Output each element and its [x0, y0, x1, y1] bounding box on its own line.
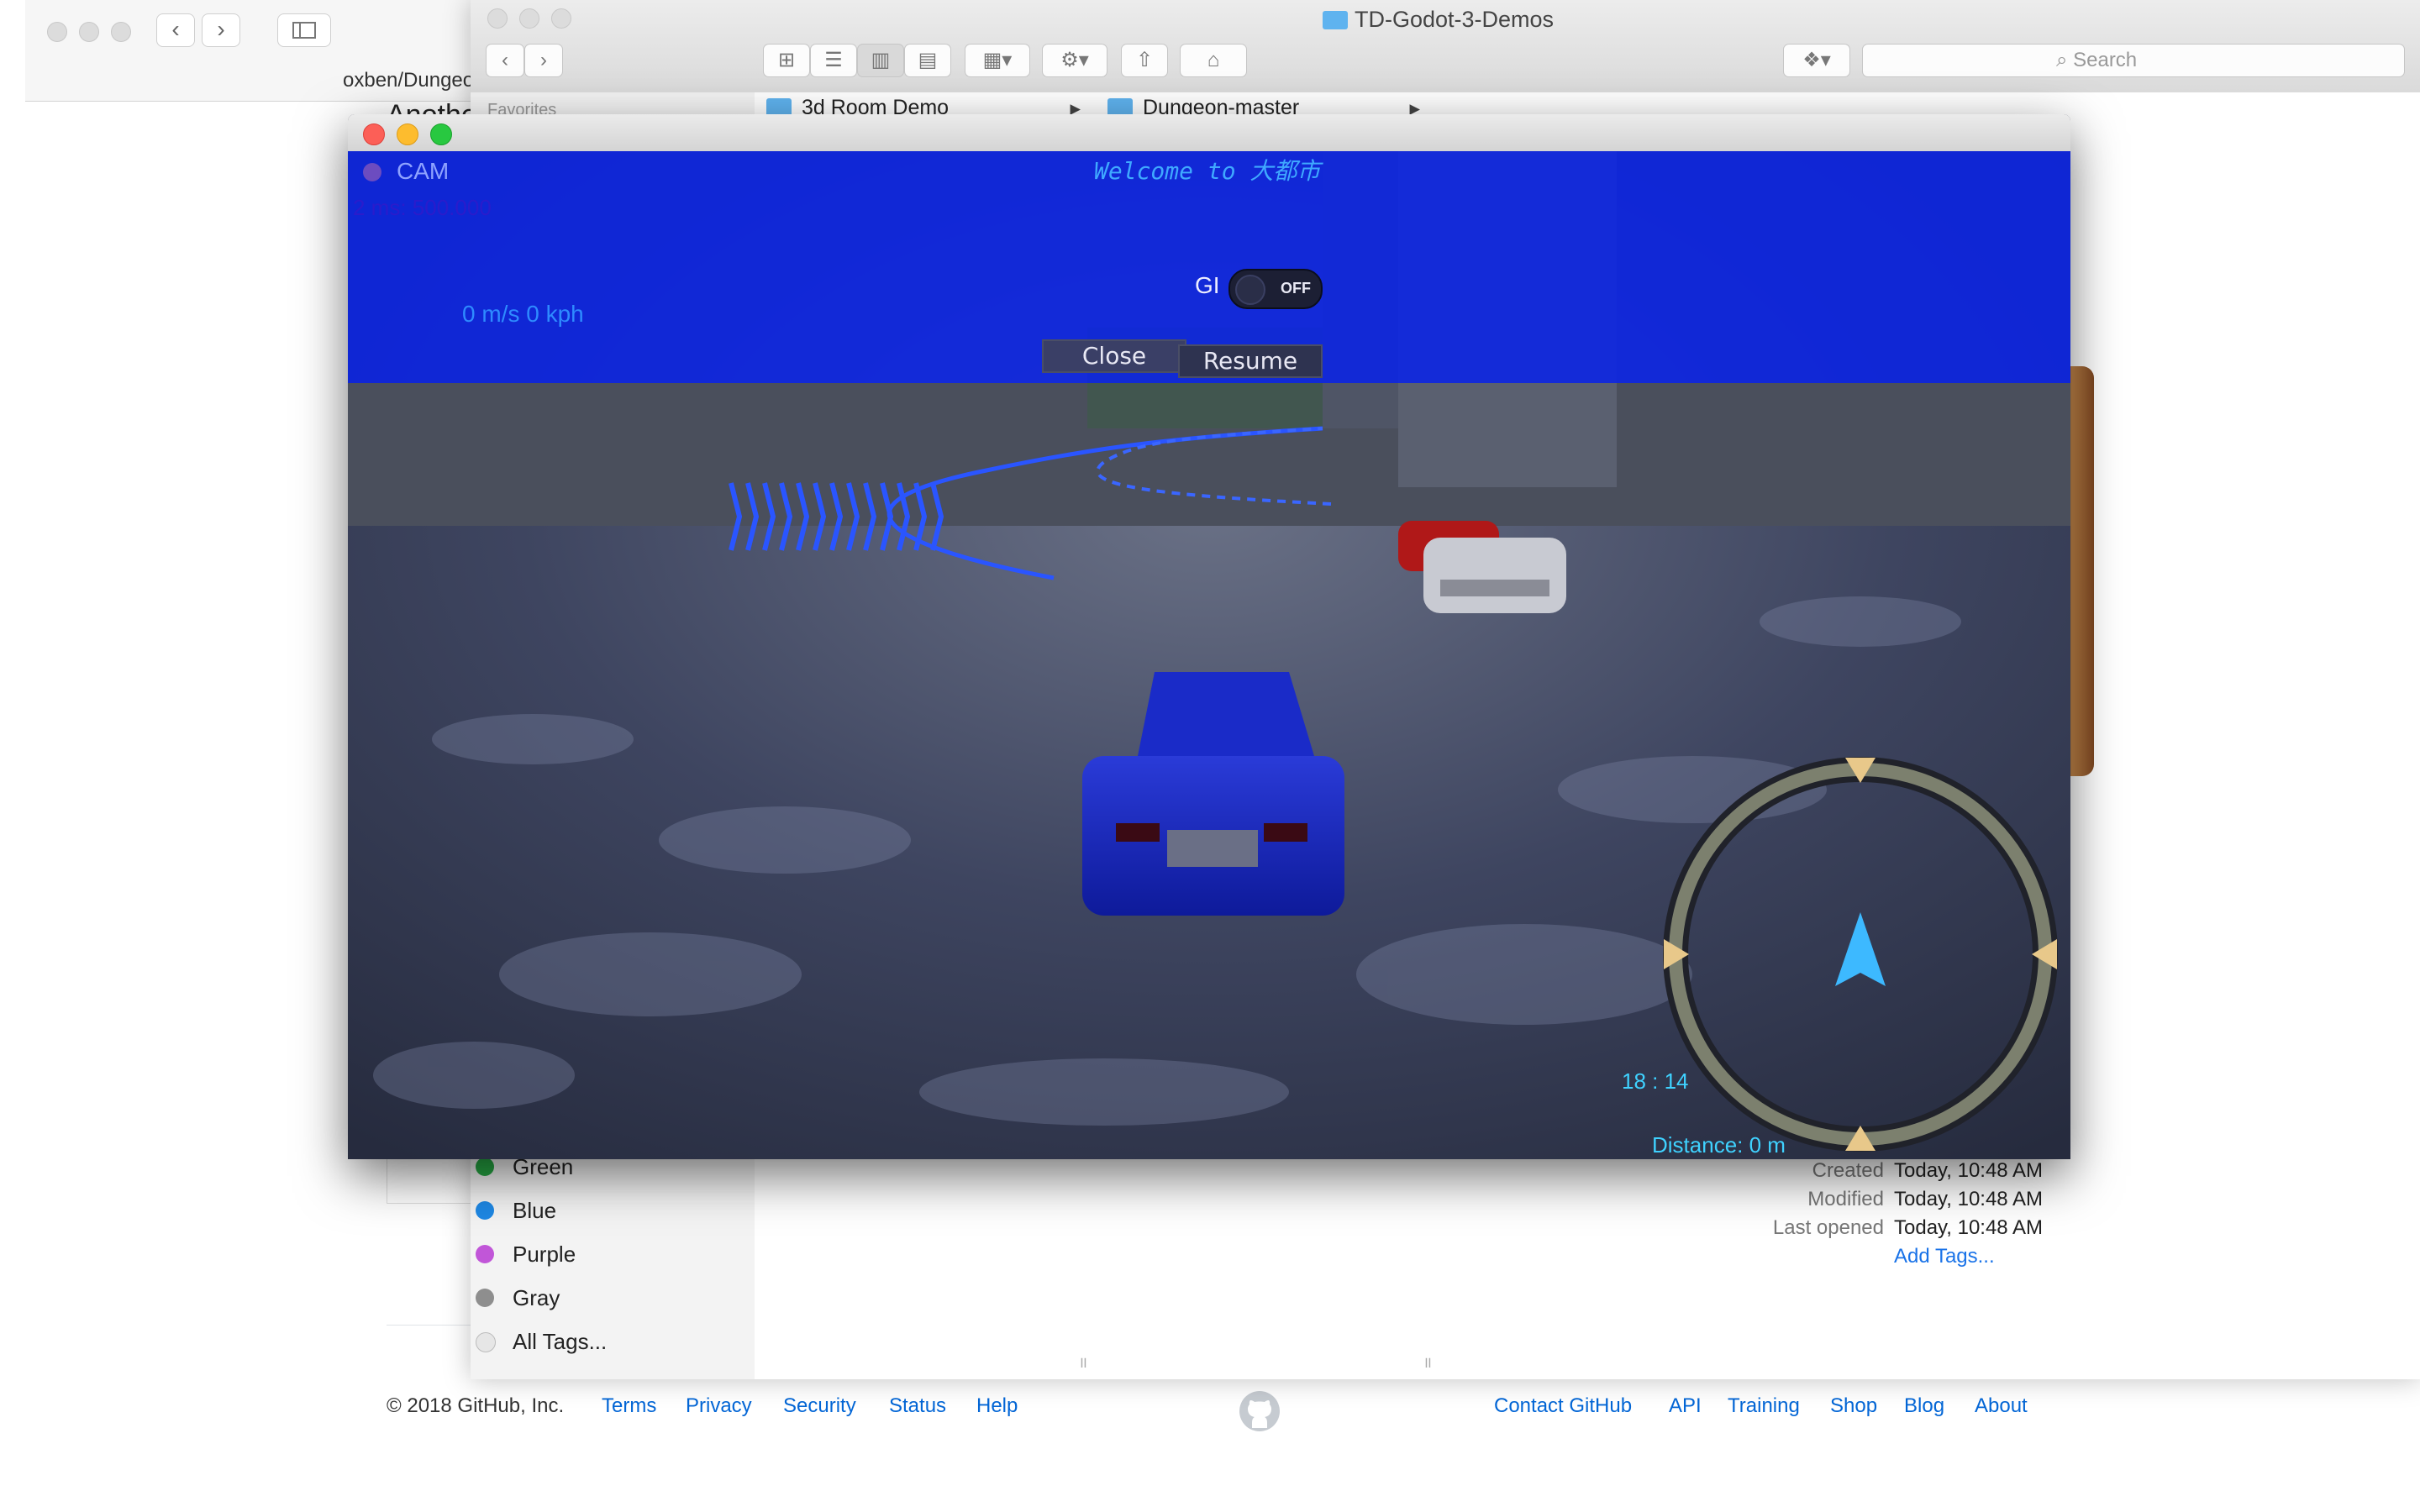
dropbox-button[interactable]: ❖▾ — [1783, 44, 1850, 77]
finder-close-dot[interactable] — [487, 8, 508, 29]
footer-link-about[interactable]: About — [1975, 1394, 2028, 1418]
gray-dot-icon — [476, 1289, 494, 1307]
tag-all[interactable]: All Tags... — [476, 1329, 608, 1355]
group-by-button[interactable]: ▦▾ — [965, 44, 1030, 77]
finder-forward-button[interactable]: › — [524, 44, 563, 77]
github-logo-icon[interactable] — [1238, 1389, 1281, 1433]
game-minimize-dot[interactable] — [397, 123, 418, 145]
tag-label: Gray — [513, 1285, 560, 1310]
tag-gray[interactable]: Gray — [476, 1285, 560, 1311]
footer-link-terms[interactable]: Terms — [602, 1394, 656, 1418]
game-window: CAM 2 ms: 500.000 Welcome to 大都市 0 m/s 0… — [348, 114, 2070, 1159]
list-view-icon: ☰ — [824, 49, 843, 71]
finder-toolbar: TD-Godot-3-Demos ‹ › ⊞ ☰ ▥ ▤ ▦▾ ⚙▾ ⇧ ⌂ ❖… — [471, 0, 2420, 93]
sidebar-icon — [292, 22, 316, 39]
footer-copyright: © 2018 GitHub, Inc. — [387, 1394, 565, 1417]
view-list-button[interactable]: ☰ — [810, 44, 857, 77]
distance-readout: Distance: 0 m — [1652, 1132, 1786, 1158]
timing-text: 2 ms: 500.000 — [353, 195, 492, 220]
finder-search-field[interactable]: ⌕ Search — [1862, 44, 2405, 77]
footer-link-status[interactable]: Status — [889, 1394, 946, 1418]
footer-link-help[interactable]: Help — [976, 1394, 1018, 1418]
footer-link-blog[interactable]: Blog — [1904, 1394, 1944, 1418]
gallery-view-icon: ▤ — [918, 49, 938, 71]
tag-label: Blue — [513, 1198, 557, 1223]
gi-state: OFF — [1281, 280, 1311, 297]
tag-label: Purple — [513, 1242, 576, 1267]
chevron-left-icon: ‹ — [171, 16, 180, 42]
toggle-knob — [1235, 275, 1265, 305]
action-button[interactable]: ⚙▾ — [1042, 44, 1107, 77]
finder-back-button[interactable]: ‹ — [486, 44, 524, 77]
search-placeholder: Search — [2073, 49, 2138, 71]
game-titlebar — [348, 114, 2070, 152]
game-zoom-dot[interactable] — [430, 123, 452, 145]
finder-zoom-dot[interactable] — [551, 8, 571, 29]
footer-link-shop[interactable]: Shop — [1830, 1394, 1877, 1418]
footer-link-privacy[interactable]: Privacy — [686, 1394, 752, 1418]
dropbox-icon: ❖▾ — [1802, 49, 1831, 71]
chevron-left-icon: ‹ — [502, 49, 508, 71]
folder-icon — [1323, 11, 1348, 29]
browser-minimize-dot[interactable] — [79, 22, 99, 42]
all-tags-icon — [476, 1332, 496, 1352]
share-icon: ⇧ — [1135, 49, 1154, 71]
cam-indicator-icon — [363, 163, 381, 181]
cam-label: CAM — [397, 158, 450, 184]
compass-minimap — [1663, 757, 2058, 1152]
welcome-text: Welcome to 大都市 — [1094, 157, 1321, 185]
view-columns-button[interactable]: ▥ — [857, 44, 904, 77]
opened-value: Today, 10:48 AM — [1894, 1216, 2043, 1239]
gi-label: GI — [1195, 272, 1220, 298]
purple-dot-icon — [476, 1245, 494, 1263]
columns-view-icon: ▥ — [871, 49, 891, 71]
tag-icon: ⌂ — [1207, 49, 1220, 71]
finder-minimize-dot[interactable] — [519, 8, 539, 29]
search-icon: ⌕ — [2056, 49, 2074, 71]
close-button[interactable]: Close — [1042, 339, 1186, 373]
finder-title-text: TD-Godot-3-Demos — [1355, 7, 1555, 32]
tag-purple[interactable]: Purple — [476, 1242, 576, 1268]
tags-button[interactable]: ⌂ — [1180, 44, 1247, 77]
resume-button[interactable]: Resume — [1178, 344, 1323, 378]
footer-link-security[interactable]: Security — [783, 1394, 856, 1418]
gi-toggle[interactable]: OFF — [1228, 269, 1323, 309]
chevron-right-icon: › — [217, 16, 225, 42]
speed-readout: 0 m/s 0 kph — [462, 301, 584, 327]
opened-label: Last opened — [1772, 1216, 1884, 1239]
browser-back-button[interactable]: ‹ — [156, 13, 195, 47]
browser-close-dot[interactable] — [47, 22, 67, 42]
clock-readout: 18 : 14 — [1622, 1068, 1689, 1094]
add-tags-link[interactable]: Add Tags... — [1894, 1245, 1995, 1268]
blue-dot-icon — [476, 1201, 494, 1220]
game-close-dot[interactable] — [363, 123, 385, 145]
column-resize-handle[interactable]: ॥ — [1078, 1352, 1087, 1373]
chevron-right-icon: › — [540, 49, 547, 71]
browser-forward-button[interactable]: › — [202, 13, 240, 47]
share-button[interactable]: ⇧ — [1121, 44, 1168, 77]
footer-link-training[interactable]: Training — [1728, 1394, 1800, 1418]
grid-view-icon: ⊞ — [777, 49, 796, 71]
tag-label: All Tags... — [513, 1329, 608, 1354]
browser-sidebar-button[interactable] — [277, 13, 331, 47]
white-car — [1423, 538, 1566, 613]
group-icon: ▦▾ — [982, 49, 1013, 71]
browser-zoom-dot[interactable] — [111, 22, 131, 42]
created-value: Today, 10:48 AM — [1894, 1159, 2043, 1182]
player-arrow-icon — [1835, 912, 1886, 986]
modified-label: Modified — [1807, 1188, 1884, 1210]
address-text[interactable]: oxben/Dungeo — [343, 69, 474, 92]
created-label: Created — [1812, 1159, 1884, 1182]
column-resize-handle[interactable]: ॥ — [1423, 1352, 1432, 1373]
view-icons-button[interactable]: ⊞ — [763, 44, 810, 77]
footer-link-api[interactable]: API — [1669, 1394, 1702, 1418]
view-gallery-button[interactable]: ▤ — [904, 44, 951, 77]
gear-icon: ⚙▾ — [1060, 49, 1089, 71]
modified-value: Today, 10:48 AM — [1894, 1188, 2043, 1210]
green-dot-icon — [476, 1158, 494, 1176]
finder-title: TD-Godot-3-Demos — [1323, 7, 1554, 33]
footer-link-contact[interactable]: Contact GitHub — [1494, 1394, 1632, 1418]
tag-blue[interactable]: Blue — [476, 1198, 557, 1224]
